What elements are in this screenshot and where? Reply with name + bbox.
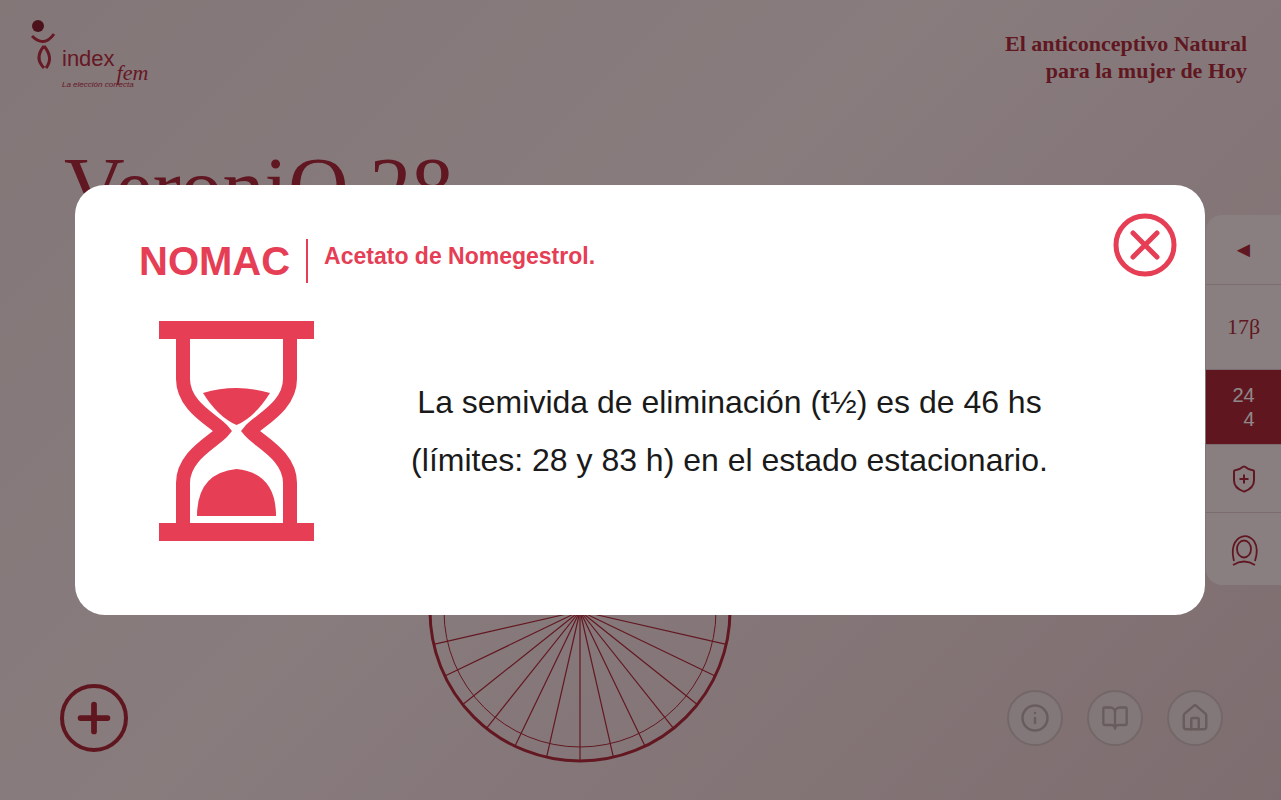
- app-screen: indexfemLa elección correctaEl anticonce…: [0, 0, 1281, 800]
- modal-body: La semivida de eliminación (t½) es de 46…: [139, 321, 1145, 541]
- close-button[interactable]: [1111, 211, 1179, 279]
- close-icon: [1111, 211, 1179, 279]
- modal-text-line: La semivida de eliminación (t½) es de 46…: [417, 378, 1041, 426]
- title-separator: [306, 239, 308, 283]
- modal-text: La semivida de eliminación (t½) es de 46…: [314, 378, 1145, 484]
- info-modal: NOMAC Acetato de Nomegestrol. La semivida …: [75, 185, 1205, 615]
- modal-overlay[interactable]: NOMAC Acetato de Nomegestrol. La semivida …: [0, 0, 1281, 800]
- modal-text-line: (límites: 28 y 83 h) en el estado estaci…: [411, 436, 1048, 484]
- hourglass-icon: [159, 321, 314, 541]
- modal-title: NOMAC: [139, 237, 290, 285]
- modal-header: NOMAC Acetato de Nomegestrol.: [139, 237, 1145, 285]
- modal-subtitle: Acetato de Nomegestrol.: [324, 243, 595, 270]
